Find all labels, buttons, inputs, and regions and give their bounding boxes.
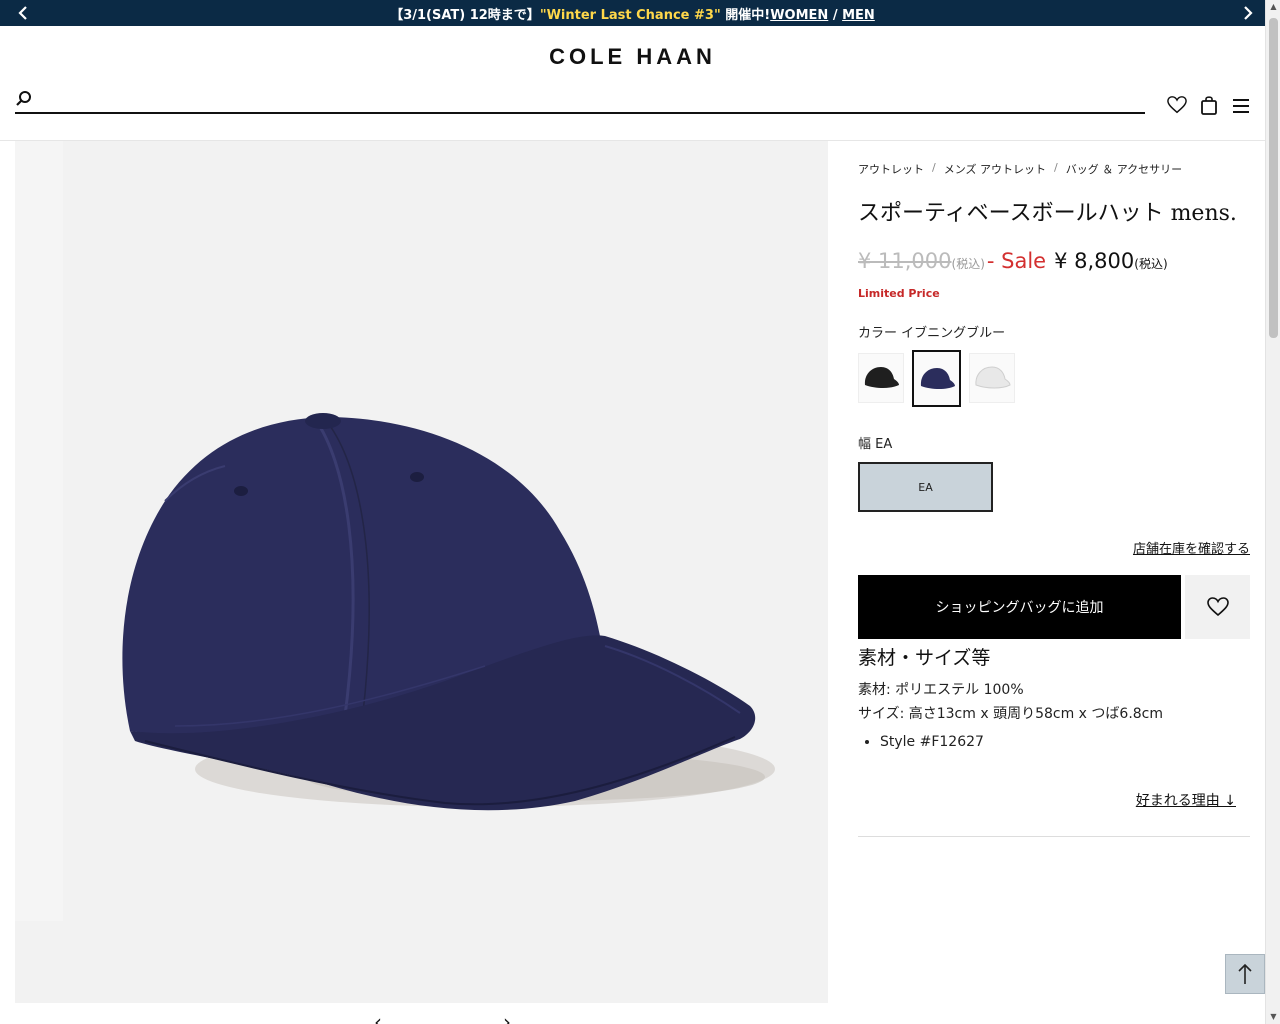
width-option-ea[interactable]: EA (858, 462, 993, 512)
wishlist-button[interactable] (1185, 575, 1250, 639)
breadcrumb-item-bags[interactable]: バッグ ＆ アクセサリー (1066, 161, 1182, 177)
width-value: EA (875, 437, 893, 452)
style-number: Style #F12627 (880, 730, 1250, 754)
material-text: 素材: ポリエステル 100% (858, 682, 1024, 698)
logo[interactable]: COLE HAAN (0, 44, 1265, 70)
product-info: アウトレット / メンズ アウトレット / バッグ ＆ アクセサリー スポーティ… (858, 141, 1250, 837)
search-icon[interactable] (15, 90, 33, 112)
search-bar (15, 90, 1145, 114)
product-title: スポーティベースボールハット mens. (858, 201, 1237, 226)
swatch-white[interactable] (969, 353, 1015, 403)
width-label: 幅 EA (858, 433, 1250, 452)
limited-price-badge: Limited Price (858, 287, 940, 300)
promo-status: 開催中! (720, 7, 771, 23)
heart-icon (1206, 597, 1229, 617)
details-title: 素材・サイズ等 (858, 647, 991, 669)
store-stock-link[interactable]: 店舗在庫を確認する (1133, 542, 1250, 557)
width-label-text: 幅 (858, 437, 872, 452)
breadcrumb-item-mens-outlet[interactable]: メンズ アウトレット (944, 161, 1046, 177)
search-input[interactable] (33, 90, 1145, 112)
tax-label: (税込) (951, 257, 985, 271)
why-loved-link[interactable]: 好まれる理由 ↓ (1136, 793, 1236, 809)
back-to-top-button[interactable] (1225, 954, 1265, 994)
scroll-up-icon[interactable]: ▲ (1269, 2, 1278, 12)
gallery-prev-icon[interactable]: ‹ (374, 1010, 382, 1024)
sale-label: - Sale (986, 249, 1047, 273)
breadcrumb-separator: / (1054, 161, 1058, 174)
promo-women-link[interactable]: WOMEN (770, 8, 828, 23)
store-stock-row: 店舗在庫を確認する (858, 538, 1250, 557)
promo-men-link[interactable]: MEN (842, 8, 875, 23)
original-price: ¥ 11,000 (858, 249, 952, 273)
header-actions (1167, 94, 1251, 116)
promo-banner: 【3/1(SAT) 12時まで】"Winter Last Chance #3" … (0, 0, 1265, 26)
color-label-text: カラー (858, 326, 898, 341)
scroll-down-icon[interactable]: ▼ (1269, 1012, 1278, 1022)
why-loved-row: 好まれる理由 ↓ (858, 790, 1250, 810)
promo-date: 【3/1(SAT) 12時まで】 (390, 7, 540, 23)
promo-text: 【3/1(SAT) 12時まで】"Winter Last Chance #3" … (390, 4, 875, 23)
divider (858, 836, 1250, 837)
menu-icon[interactable] (1231, 94, 1251, 116)
color-value: イブニングブルー (901, 326, 1006, 341)
breadcrumb-item-outlet[interactable]: アウトレット (858, 161, 924, 177)
size-text: サイズ: 高さ13cm x 頭周り58cm x つば6.8cm (858, 706, 1164, 722)
price-row: ¥ 11,000 (税込) - Sale ¥ 8,800 (税込) (858, 249, 1250, 273)
sale-price: ¥ 8,800 (1054, 249, 1135, 273)
heart-icon[interactable] (1167, 94, 1187, 116)
swatch-navy[interactable] (912, 350, 961, 407)
swatch-black[interactable] (858, 353, 904, 403)
scrollbar-thumb[interactable] (1269, 18, 1278, 338)
cta-row: ショッピングバッグに追加 (858, 575, 1250, 639)
color-label: カラー イブニングブルー (858, 322, 1250, 341)
add-to-bag-button[interactable]: ショッピングバッグに追加 (858, 575, 1181, 639)
chevron-left-icon[interactable] (14, 4, 32, 22)
tax-label: (税込) (1134, 257, 1168, 271)
promo-campaign: "Winter Last Chance #3" (539, 7, 721, 23)
breadcrumb: アウトレット / メンズ アウトレット / バッグ ＆ アクセサリー (858, 161, 1250, 177)
style-list: Style #F12627 (880, 730, 1250, 754)
chevron-right-icon[interactable] (1239, 4, 1257, 22)
gallery-next-icon[interactable]: › (503, 1010, 511, 1024)
color-swatches (858, 350, 1250, 407)
cap-image (15, 141, 828, 1003)
breadcrumb-separator: / (932, 161, 936, 174)
bag-icon[interactable] (1199, 94, 1219, 116)
scrollbar[interactable]: ▲ ▼ (1265, 0, 1280, 1024)
promo-slash: / (828, 7, 843, 23)
site-header: COLE HAAN (0, 26, 1265, 141)
details-body: 素材: ポリエステル 100% サイズ: 高さ13cm x 頭周り58cm x … (858, 678, 1250, 754)
arrow-up-icon (1238, 963, 1252, 984)
product-image (15, 141, 828, 1003)
